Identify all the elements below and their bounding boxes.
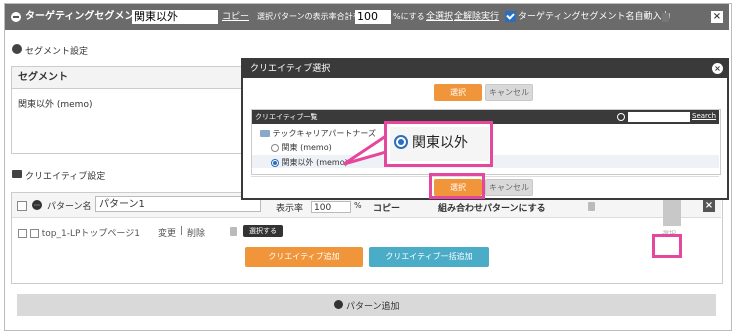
select-all-link[interactable]: 全選択 [426,4,453,30]
pattern-copy-link[interactable]: コピー [373,201,400,214]
segment-name-input[interactable]: 関東以外 [132,10,218,24]
creative-edit-link[interactable]: 変更 [158,226,176,239]
pattern-name-label: パターン名 [47,202,92,212]
dialog-divider [251,176,719,177]
dialog-cancel-button[interactable]: キャンセル [485,84,533,101]
radio-kanto-igai[interactable] [271,158,279,167]
callout-label: 関東以外 [412,135,468,151]
auto-input-label: ターゲティングセグメント名自動入力 [518,12,671,22]
combine-pattern-link[interactable]: 組み合わせパターンにする [438,201,546,214]
search-link[interactable]: Search [692,112,716,120]
dialog-footer-cancel-button[interactable]: キャンセル [485,179,533,196]
pattern-collapse-icon[interactable] [32,200,42,211]
dialog-title: クリエイティブ選択 [250,64,331,74]
pattern-sum-suffix: %にする [393,12,425,21]
display-rate-input[interactable]: 100 [311,201,351,213]
copy-link[interactable]: コピー [222,4,249,30]
pattern-checkbox[interactable] [17,201,27,211]
search-icon [617,113,625,121]
highlight-box-select [429,173,485,199]
highlight-box-right [652,234,682,258]
display-rate-label: 表示率 [276,204,304,214]
auto-input-checkbox[interactable] [505,4,516,30]
folder-icon [260,130,270,137]
dialog-close-icon[interactable]: × [712,63,723,74]
bulk-add-creative-button[interactable]: クリエイティブ一括追加 [369,247,489,267]
plus-icon [334,300,343,312]
pattern-close-button[interactable]: × [703,200,715,212]
creative-name: top_1-LPトップページ1 [41,229,140,239]
option-kanto[interactable]: 関東 (memo) [271,142,332,153]
select-creative-button[interactable]: 選択する [243,225,283,237]
creative-row-separator: | [180,226,184,236]
pattern-name-input[interactable]: パターン1 [95,196,261,212]
image-icon [12,170,22,178]
creative-row: top_1-LPトップページ1 [18,226,140,239]
close-segment-button[interactable]: × [711,11,723,23]
option-kanto-igai-label: 関東以外 (memo) [281,158,348,167]
option-kanto-igai[interactable]: 関東以外 (memo) [271,157,348,168]
percent-label: % [354,201,362,210]
execute-link[interactable]: 実行 [481,4,499,30]
trash-icon[interactable] [662,13,669,25]
segment-header-bar: ターゲティングセグメント名 関東以外 コピー 選択パターンの表示率合計を 100… [5,4,729,30]
pattern-sum-prefix: 選択パターンの表示率合計を [257,12,361,21]
segment-panel-header: セグメント [12,67,243,89]
dialog-select-button[interactable]: 選択 [434,84,482,101]
radio-kanto[interactable] [271,143,279,152]
segment-settings-title: セグメント設定 [25,47,89,57]
scroll-indicator [663,200,681,226]
creative-row-checkbox[interactable] [18,229,27,238]
pattern-trash-icon[interactable] [588,202,595,214]
creative-trash-icon[interactable] [230,227,237,239]
creative-delete-link[interactable]: 削除 [187,226,205,239]
segment-value: 関東以外 (memo) [18,100,93,110]
collapse-icon[interactable] [11,4,21,30]
pattern-sum-input[interactable]: 100 [355,10,391,24]
creative-row-collapse-icon[interactable] [29,229,39,238]
search-input[interactable] [628,112,690,122]
creative-settings-title: クリエイティブ設定 [25,172,106,182]
add-pattern-label: パターン追加 [346,302,400,312]
dialog-title-bar: クリエイティブ選択 [243,60,727,78]
creative-list-title: クリエイティブ一覧 [255,113,318,121]
pie-chart-icon [12,44,22,54]
callout-radio-icon [394,135,408,149]
callout-pointer [343,133,388,166]
add-creative-button[interactable]: クリエイティブ追加 [245,247,363,267]
deselect-all-link[interactable]: 全解除 [454,4,481,30]
option-kanto-label: 関東 (memo) [281,143,332,152]
